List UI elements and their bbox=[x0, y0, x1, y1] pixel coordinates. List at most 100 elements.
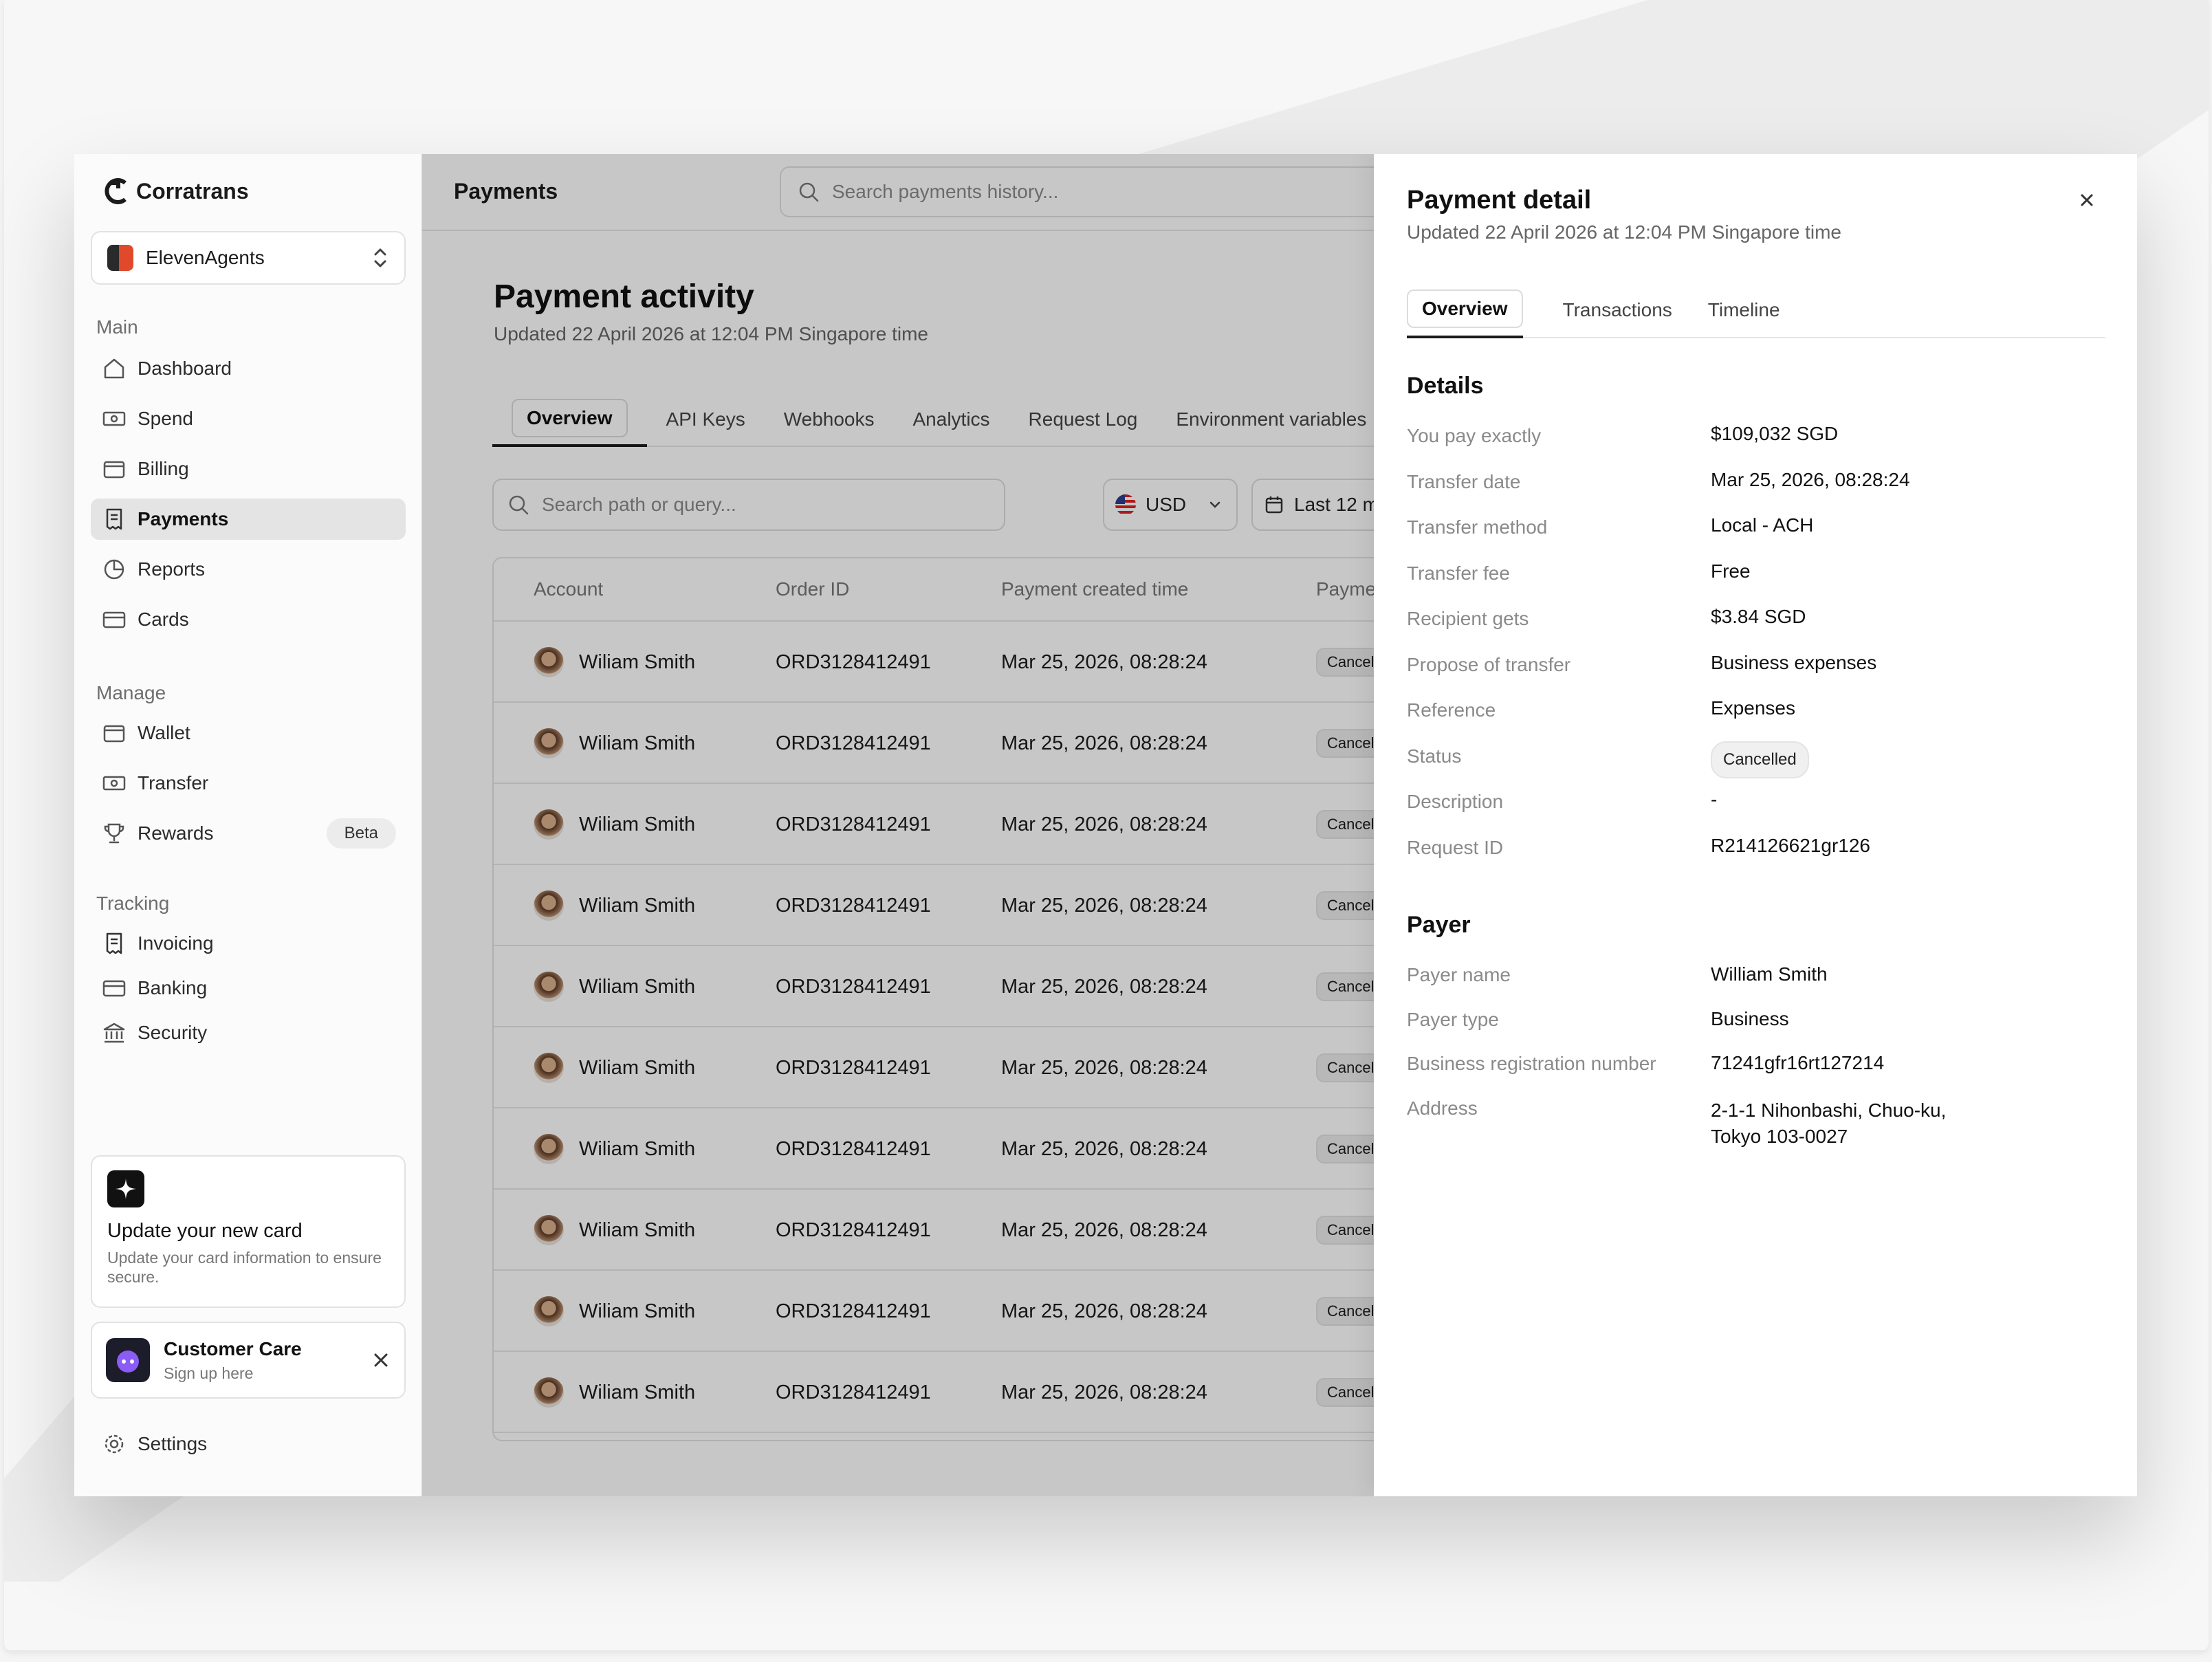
details-section-title: Details bbox=[1407, 373, 1484, 399]
sidebar-item-label: Transfer bbox=[138, 772, 209, 794]
promo-title: Update your new card bbox=[107, 1220, 303, 1242]
sidebar-item-dashboard[interactable]: Dashboard bbox=[91, 348, 406, 389]
sidebar-item-label: Rewards bbox=[138, 822, 214, 844]
detail-value: - bbox=[1711, 789, 1718, 810]
payer-label: Payer type bbox=[1407, 1008, 1499, 1030]
brand-name: Corratrans bbox=[136, 178, 249, 204]
brand-logo-icon bbox=[105, 178, 127, 204]
sidebar-item-spend[interactable]: Spend bbox=[91, 398, 406, 439]
settings-link[interactable]: Settings bbox=[102, 1432, 207, 1456]
card-icon bbox=[102, 611, 126, 628]
payer-value-line: 71241gfr16rt127214 bbox=[1711, 1052, 1885, 1073]
detail-value: $109,032 SGD bbox=[1711, 423, 1839, 444]
detail-value: Business expenses bbox=[1711, 651, 1877, 673]
detail-label: Description bbox=[1407, 791, 1504, 812]
payer-value-line: Business bbox=[1711, 1007, 1789, 1029]
sidebar-item-label: Security bbox=[138, 1022, 208, 1043]
detail-label: You pay exactly bbox=[1407, 425, 1542, 446]
cash-icon bbox=[102, 776, 126, 791]
detail-tab-label: Transactions bbox=[1562, 299, 1672, 320]
payer-label: Business registration number bbox=[1407, 1053, 1656, 1074]
detail-label: Propose of transfer bbox=[1407, 653, 1571, 675]
detail-value: R214126621gr126 bbox=[1711, 834, 1870, 856]
card-icon bbox=[102, 980, 126, 997]
sidebar-item-label: Reports bbox=[138, 558, 206, 580]
bank-icon bbox=[103, 1023, 125, 1043]
sidebar-item-billing[interactable]: Billing bbox=[91, 448, 406, 490]
beta-badge: Beta bbox=[326, 818, 396, 849]
trophy-icon bbox=[104, 823, 124, 844]
org-logo bbox=[107, 245, 133, 271]
sidebar-item-rewards[interactable]: Rewards Beta bbox=[91, 813, 406, 854]
receipt-icon bbox=[106, 932, 122, 954]
payment-detail-panel: Payment detail Updated 22 April 2026 at … bbox=[1374, 154, 2137, 1496]
detail-value: Local - ACH bbox=[1711, 514, 1814, 536]
detail-value: Expenses bbox=[1711, 697, 1795, 719]
detail-tab-overview[interactable]: Overview bbox=[1407, 282, 1523, 338]
payer-value-line: William Smith bbox=[1711, 963, 1828, 985]
sidebar-item-invoicing[interactable]: Invoicing bbox=[91, 923, 406, 964]
panel-subtitle: Updated 22 April 2026 at 12:04 PM Singap… bbox=[1407, 221, 1841, 243]
detail-label: Status bbox=[1407, 745, 1462, 767]
promo-subtitle: Update your card information to ensure s… bbox=[107, 1249, 382, 1286]
wallet-icon bbox=[103, 725, 125, 743]
payer-value: 71241gfr16rt127214 bbox=[1711, 1050, 1884, 1076]
detail-label: Recipient gets bbox=[1407, 608, 1529, 629]
cash-icon bbox=[102, 411, 126, 426]
section-manage-title: Manage bbox=[96, 682, 166, 703]
detail-label: Reference bbox=[1407, 699, 1496, 721]
sidebar-item-label: Payments bbox=[138, 508, 229, 529]
detail-tab-transactions[interactable]: Transactions bbox=[1545, 282, 1690, 338]
payer-value: William Smith bbox=[1711, 961, 1828, 987]
sidebar-item-label: Billing bbox=[138, 458, 189, 479]
chat-bot-icon bbox=[106, 1338, 150, 1382]
close-icon[interactable] bbox=[371, 1351, 391, 1370]
promo-card[interactable]: Update your new card Update your card in… bbox=[91, 1155, 406, 1308]
sidebar-item-security[interactable]: Security bbox=[91, 1012, 406, 1053]
section-tracking-title: Tracking bbox=[96, 893, 170, 914]
brand[interactable]: Corratrans bbox=[103, 177, 249, 205]
detail-label: Request ID bbox=[1407, 836, 1504, 858]
sidebar-item-transfer[interactable]: Transfer bbox=[91, 763, 406, 804]
detail-label: Transfer fee bbox=[1407, 562, 1510, 584]
detail-value: $3.84 SGD bbox=[1711, 606, 1806, 627]
detail-tabs: Overview Transactions Timeline bbox=[1407, 282, 2105, 338]
sidebar-item-cards[interactable]: Cards bbox=[91, 599, 406, 640]
detail-tab-timeline[interactable]: Timeline bbox=[1690, 282, 1798, 338]
settings-label: Settings bbox=[138, 1433, 208, 1454]
sidebar-item-label: Invoicing bbox=[138, 932, 214, 954]
panel-title: Payment detail bbox=[1407, 186, 1592, 215]
pie-chart-icon bbox=[104, 559, 124, 580]
sparkle-icon bbox=[107, 1170, 144, 1207]
care-subtitle[interactable]: Sign up here bbox=[164, 1364, 371, 1383]
customer-care-card[interactable]: Customer Care Sign up here bbox=[91, 1322, 406, 1399]
gear-icon bbox=[105, 1434, 124, 1454]
sidebar-item-wallet[interactable]: Wallet bbox=[91, 712, 406, 754]
app-window: Corratrans ElevenAgents Main Dashboard Sp… bbox=[74, 154, 2137, 1496]
payer-label: Address bbox=[1407, 1097, 1478, 1119]
payer-label: Payer name bbox=[1407, 964, 1511, 985]
receipt-icon bbox=[106, 508, 122, 530]
detail-value: Free bbox=[1711, 560, 1751, 582]
sidebar-item-label: Banking bbox=[138, 977, 208, 998]
sidebar-item-label: Dashboard bbox=[138, 358, 232, 379]
payer-value: Business bbox=[1711, 1006, 1789, 1032]
detail-value: Mar 25, 2026, 08:28:24 bbox=[1711, 468, 1910, 490]
org-name: ElevenAgents bbox=[146, 247, 265, 268]
section-main-title: Main bbox=[96, 316, 138, 338]
payer-section-title: Payer bbox=[1407, 912, 1471, 938]
sidebar-item-reports[interactable]: Reports bbox=[91, 549, 406, 590]
detail-label: Transfer date bbox=[1407, 470, 1521, 492]
sidebar-item-payments[interactable]: Payments bbox=[91, 499, 406, 540]
org-switcher[interactable]: ElevenAgents bbox=[91, 231, 406, 285]
care-title: Customer Care bbox=[164, 1337, 302, 1359]
detail-tab-label: Overview bbox=[1407, 289, 1523, 328]
sidebar-item-banking[interactable]: Banking bbox=[91, 967, 406, 1009]
payer-value-line: Tokyo 103-0027 bbox=[1711, 1125, 1848, 1147]
close-icon[interactable] bbox=[2077, 190, 2097, 210]
sidebar: Corratrans ElevenAgents Main Dashboard Sp… bbox=[74, 154, 422, 1496]
home-icon bbox=[104, 358, 124, 379]
detail-tab-label: Timeline bbox=[1707, 299, 1780, 320]
sidebar-item-label: Spend bbox=[138, 408, 193, 429]
detail-value: Cancelled bbox=[1711, 741, 1809, 778]
